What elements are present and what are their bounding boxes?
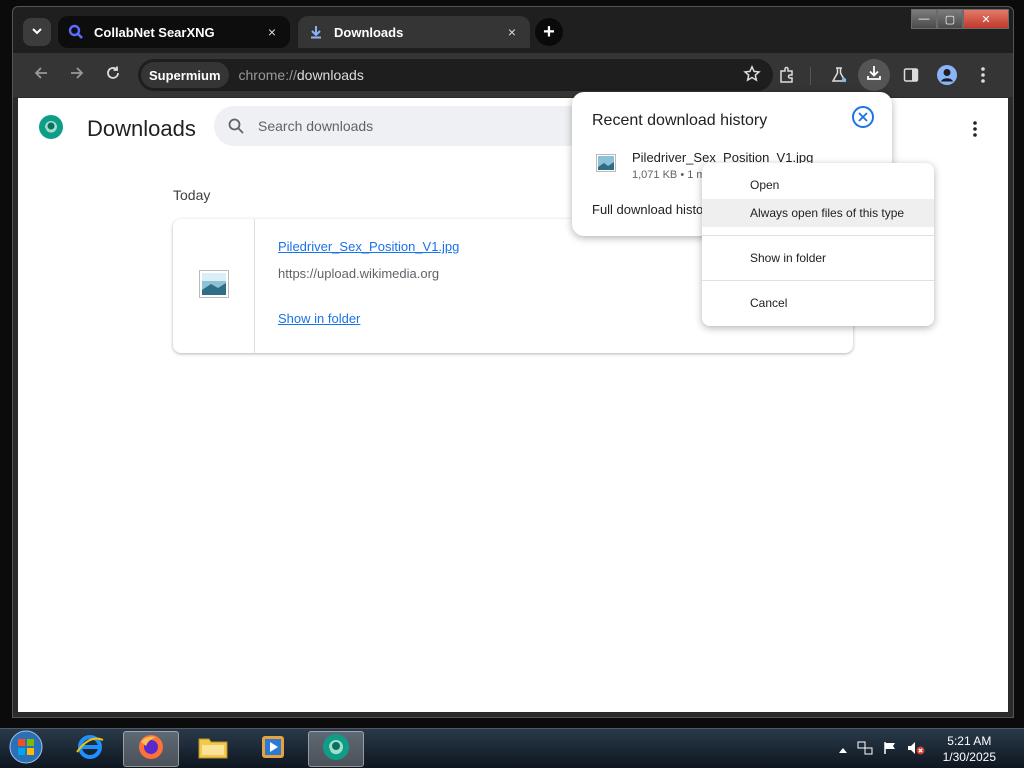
- taskbar-firefox[interactable]: [123, 731, 179, 767]
- date-group-label: Today: [173, 187, 211, 203]
- taskbar-clock[interactable]: 5:21 AM 1/30/2025: [943, 733, 996, 765]
- close-window-button[interactable]: ✕: [963, 9, 1009, 29]
- supermium-icon: [321, 732, 351, 767]
- labs-flask-icon[interactable]: [827, 63, 851, 87]
- full-download-history-link[interactable]: Full download histo: [592, 202, 703, 217]
- download-icon: [308, 24, 324, 40]
- close-icon: [858, 110, 868, 125]
- internet-explorer-icon: [75, 732, 105, 767]
- system-tray: 5:21 AM 1/30/2025: [829, 729, 1024, 768]
- download-toolbar-button[interactable]: [858, 59, 890, 91]
- bubble-file-meta: 1,071 KB • 1 m: [632, 169, 706, 181]
- extensions-icon[interactable]: [775, 63, 799, 87]
- menu-item-always-open[interactable]: Always open files of this type: [702, 199, 934, 227]
- tab-close-button[interactable]: ×: [264, 24, 280, 40]
- menu-item-show-in-folder[interactable]: Show in folder: [702, 244, 934, 272]
- tab-title: CollabNet SearXNG: [94, 24, 215, 40]
- tab-search-button[interactable]: [23, 18, 51, 46]
- image-file-icon: [596, 154, 616, 177]
- toolbar-divider: [810, 67, 811, 85]
- menu-separator: [702, 235, 934, 236]
- firefox-icon: [136, 732, 166, 767]
- image-file-icon: [198, 269, 229, 303]
- bookmark-star-icon[interactable]: [743, 64, 761, 88]
- tab-strip: CollabNet SearXNG × Downloads × + — ▢ ✕: [13, 7, 1013, 53]
- menu-item-open[interactable]: Open: [702, 171, 934, 199]
- reload-button[interactable]: [101, 63, 125, 87]
- search-downloads-box[interactable]: [214, 106, 634, 146]
- tab-title: Downloads: [334, 24, 404, 40]
- supermium-logo-icon: [38, 114, 64, 140]
- close-bubble-button[interactable]: [852, 106, 874, 128]
- taskbar-media-player[interactable]: [245, 731, 301, 767]
- network-icon[interactable]: [857, 741, 873, 758]
- browser-chip[interactable]: Supermium: [141, 62, 229, 88]
- side-panel-icon[interactable]: [899, 63, 923, 87]
- search-icon: [68, 24, 84, 40]
- browser-toolbar: Supermium chrome://downloads: [13, 53, 1013, 97]
- download-icon: [865, 64, 883, 86]
- window-controls: — ▢ ✕: [911, 9, 1009, 31]
- download-context-menu: Open Always open files of this type Show…: [702, 163, 934, 326]
- new-tab-button[interactable]: +: [535, 18, 563, 46]
- clock-date: 1/30/2025: [942, 750, 996, 764]
- start-button[interactable]: [6, 730, 46, 768]
- back-button[interactable]: [29, 63, 53, 87]
- volume-muted-icon[interactable]: [907, 741, 925, 758]
- search-input[interactable]: [258, 118, 558, 134]
- media-player-icon: [258, 732, 288, 767]
- taskbar-supermium[interactable]: [308, 731, 364, 767]
- menu-separator: [702, 280, 934, 281]
- profile-avatar-icon[interactable]: [935, 63, 959, 87]
- tab-downloads[interactable]: Downloads ×: [298, 16, 530, 48]
- tab-close-button[interactable]: ×: [504, 24, 520, 40]
- taskbar-internet-explorer[interactable]: [62, 731, 118, 767]
- download-source-url: https://upload.wikimedia.org: [278, 266, 440, 281]
- url-scheme: chrome://: [238, 67, 297, 83]
- download-filename-link[interactable]: Piledriver_Sex_Position_V1.jpg: [278, 239, 459, 254]
- url-path: downloads: [296, 67, 364, 83]
- forward-button[interactable]: [65, 63, 89, 87]
- reload-icon: [105, 65, 121, 86]
- taskbar: 5:21 AM 1/30/2025: [0, 728, 1024, 768]
- page-title: Downloads: [87, 116, 196, 141]
- clock-time: 5:21 AM: [947, 734, 992, 748]
- search-icon: [226, 116, 246, 136]
- address-bar[interactable]: Supermium chrome://downloads: [138, 59, 773, 91]
- folder-icon: [197, 733, 229, 766]
- arrow-left-icon: [33, 65, 49, 86]
- file-thumbnail-column: [173, 219, 255, 353]
- windows-logo-icon: [9, 730, 43, 768]
- url-text[interactable]: chrome://downloads: [239, 67, 364, 83]
- tab-collabnet-searxng[interactable]: CollabNet SearXNG ×: [58, 16, 290, 48]
- menu-item-cancel[interactable]: Cancel: [702, 289, 934, 317]
- show-in-folder-link[interactable]: Show in folder: [278, 311, 360, 326]
- taskbar-file-explorer[interactable]: [185, 731, 241, 767]
- page-more-menu-icon[interactable]: [972, 120, 978, 143]
- minimize-button[interactable]: —: [911, 9, 937, 29]
- bubble-title: Recent download history: [592, 112, 768, 129]
- action-center-flag-icon[interactable]: [883, 741, 897, 758]
- arrow-right-icon: [69, 65, 85, 86]
- show-hidden-icons-icon[interactable]: [838, 742, 847, 756]
- chevron-down-icon: [31, 25, 43, 40]
- more-menu-icon[interactable]: [971, 63, 995, 87]
- maximize-button[interactable]: ▢: [937, 9, 963, 29]
